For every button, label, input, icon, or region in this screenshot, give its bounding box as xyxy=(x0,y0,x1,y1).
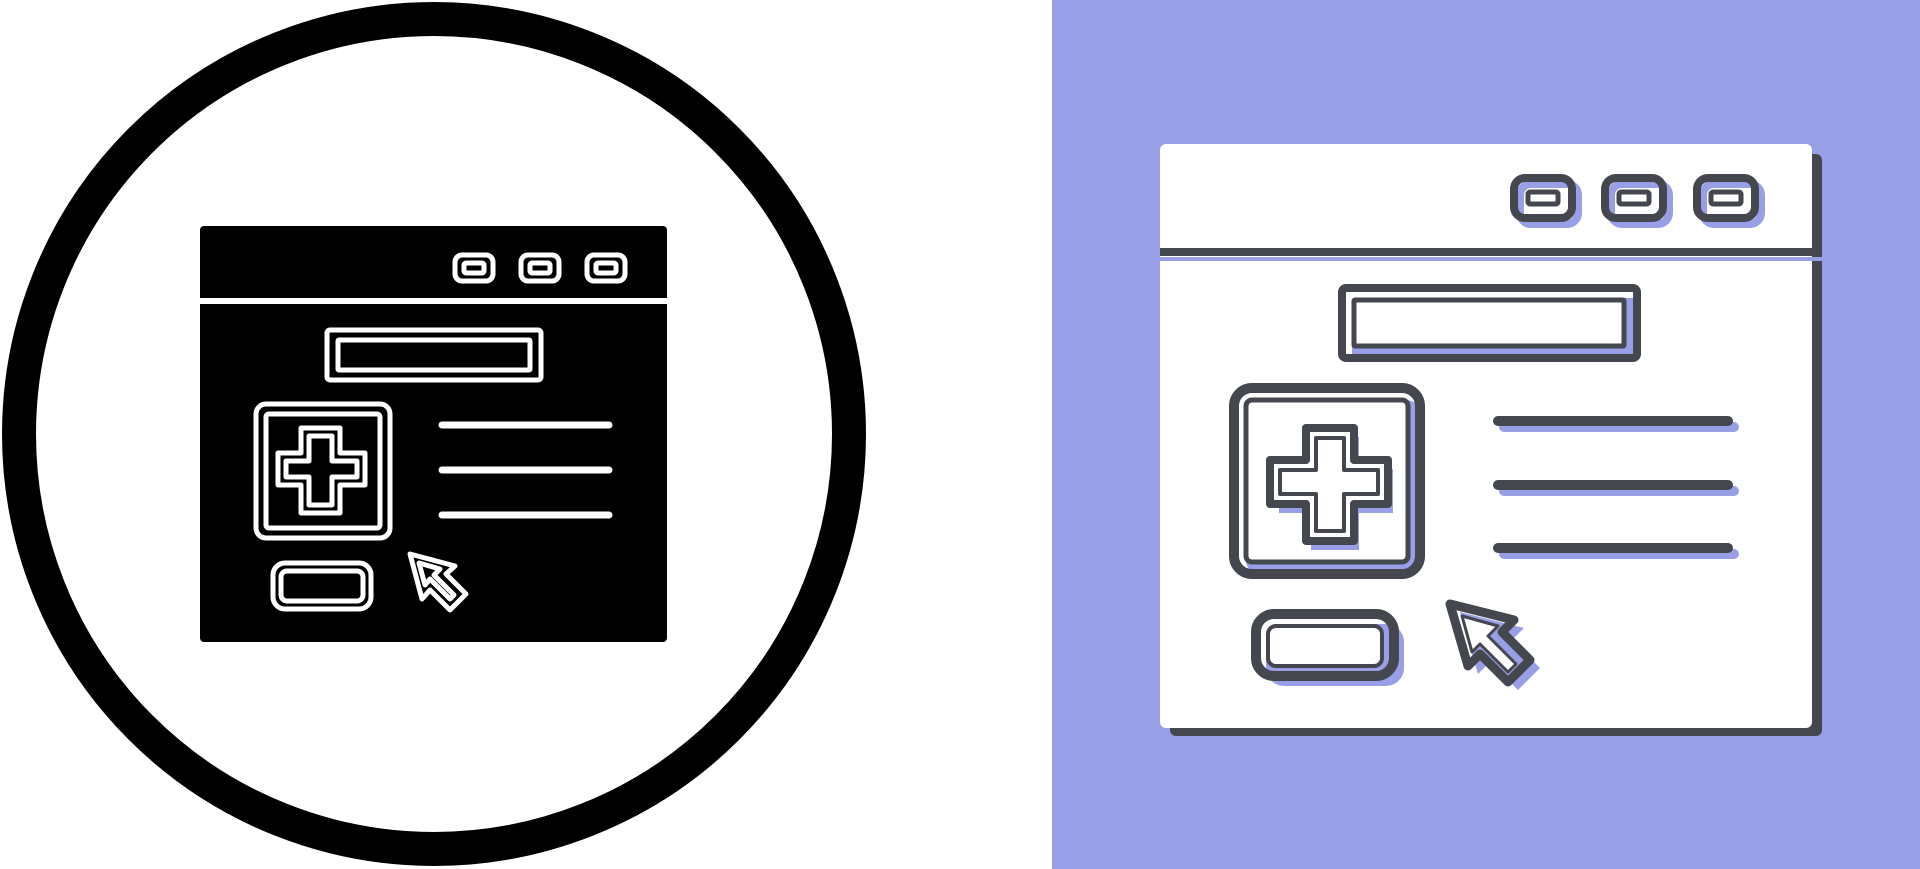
button-shape-icon xyxy=(1251,609,1404,686)
icon-comparison xyxy=(0,0,1920,869)
medical-website-glyph-icon xyxy=(2,2,866,866)
glyph-icon-panel xyxy=(0,0,1052,869)
header-bar-icon xyxy=(1338,284,1641,362)
medical-website-duotone-icon xyxy=(1052,0,1920,869)
duotone-icon-panel xyxy=(1052,0,1920,869)
